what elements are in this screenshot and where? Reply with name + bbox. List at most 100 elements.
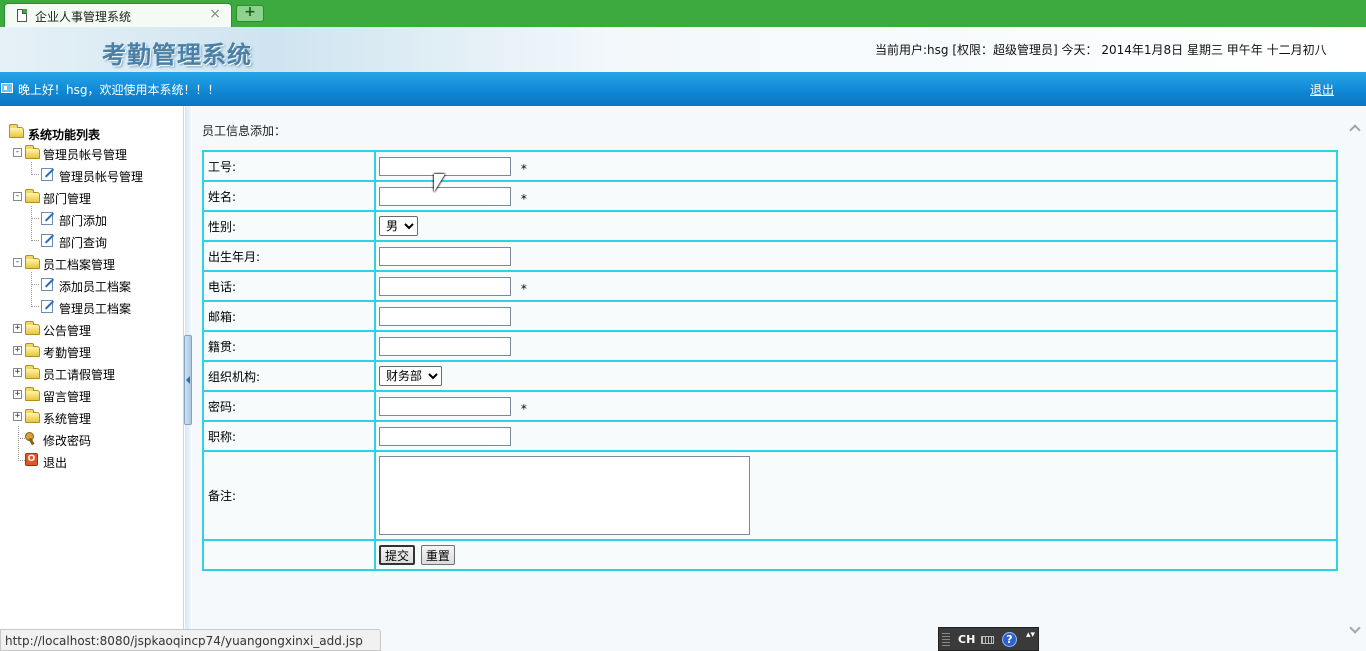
options-arrows-icon[interactable]: ▴▾: [1026, 631, 1035, 640]
sidebar-group-system[interactable]: + 系统管理: [13, 408, 183, 426]
browser-tab-strip: 企业人事管理系统 × +: [0, 0, 1366, 27]
form-row: 密码: *: [203, 391, 1337, 421]
expand-toggle-icon[interactable]: +: [13, 346, 22, 355]
logout-link[interactable]: 退出: [1310, 81, 1334, 98]
keyboard-icon[interactable]: [981, 636, 994, 644]
sidebar-item-label: 退出: [43, 456, 68, 470]
employee-no-input[interactable]: [379, 156, 511, 176]
field-label: 出生年月:: [203, 241, 375, 271]
collapse-toggle-icon[interactable]: -: [13, 258, 22, 267]
expand-toggle-icon[interactable]: +: [13, 390, 22, 399]
birth-date-input[interactable]: [379, 246, 511, 266]
native-place-input[interactable]: [379, 336, 511, 356]
name-input[interactable]: [379, 186, 511, 206]
sidebar-group-message[interactable]: + 留言管理: [13, 386, 183, 404]
sidebar-item-employee-manage[interactable]: 管理员工档案: [41, 298, 181, 316]
close-tab-icon[interactable]: ×: [209, 6, 221, 22]
expand-toggle-icon[interactable]: +: [13, 412, 22, 421]
sidebar-group-department[interactable]: - 部门管理: [13, 188, 183, 206]
edit-doc-icon: [41, 278, 53, 291]
sidebar-item-label: 部门查询: [59, 236, 108, 250]
sidebar-item-employee-add[interactable]: 添加员工档案: [41, 276, 181, 294]
field-cell: *: [375, 181, 1337, 211]
edit-doc-icon: [41, 234, 53, 247]
drag-grip-icon[interactable]: [942, 633, 950, 646]
folder-open-icon: [25, 145, 40, 159]
sidebar-group-admin-account[interactable]: - 管理员帐号管理: [13, 144, 183, 162]
tree-connector: [18, 426, 19, 461]
sidebar-item-department-add[interactable]: 部门添加: [41, 210, 181, 228]
empty-label-cell: [203, 540, 375, 570]
app-header: 考勤管理系统 当前用户:hsg [权限：超级管理员] 今天： 2014年1月8日…: [0, 27, 1366, 72]
input-language[interactable]: CH: [958, 633, 975, 646]
button-cell: 提交 重置: [375, 540, 1337, 570]
expand-toggle-icon[interactable]: +: [13, 368, 22, 377]
field-cell: *: [375, 151, 1337, 181]
edit-doc-icon: [41, 300, 53, 313]
submit-button[interactable]: 提交: [379, 544, 416, 565]
chevron-left-icon: [186, 376, 190, 384]
sidebar-item-label: 部门添加: [59, 214, 108, 228]
form-row: 组织机构: 财务部: [203, 361, 1337, 391]
expand-toggle-icon[interactable]: +: [13, 324, 22, 333]
form-row: 备注:: [203, 451, 1337, 540]
page-icon: [17, 9, 27, 22]
tree-connector: [31, 240, 39, 241]
sidebar-item-exit[interactable]: O 退出: [25, 452, 175, 470]
tree-connector: [31, 218, 39, 219]
tree-root-label: 系统功能列表: [28, 128, 101, 142]
reset-button[interactable]: 重置: [420, 545, 455, 566]
collapse-toggle-icon[interactable]: -: [13, 148, 22, 157]
key-icon: [25, 432, 37, 445]
tree-connector: [31, 272, 32, 307]
field-label: 密码:: [203, 391, 375, 421]
required-mark: *: [520, 281, 527, 296]
email-input[interactable]: [379, 306, 511, 326]
browser-tab[interactable]: 企业人事管理系统 ×: [4, 3, 232, 27]
required-mark: *: [520, 401, 527, 416]
sidebar-item-label: 管理员工档案: [59, 302, 132, 316]
folder-open-icon: [25, 255, 40, 269]
form-row: 电话: *: [203, 271, 1337, 301]
job-title-input[interactable]: [379, 426, 511, 446]
sidebar-group-label: 系统管理: [43, 412, 92, 426]
sidebar-item-department-query[interactable]: 部门查询: [41, 232, 181, 250]
sidebar-collapse-handle[interactable]: [184, 335, 192, 425]
department-select[interactable]: 财务部: [379, 366, 442, 386]
sidebar: 系统功能列表 - 管理员帐号管理 管理员帐号管理 - 部门管理 部门添加 部门查…: [0, 106, 184, 651]
scroll-up-icon[interactable]: [1349, 124, 1361, 136]
welcome-bar: 晚上好！hsg，欢迎使用本系统！！！ 退出: [0, 72, 1366, 106]
required-mark: *: [520, 161, 527, 176]
sidebar-item-change-password[interactable]: 修改密码: [25, 430, 175, 448]
gender-select[interactable]: 男: [379, 216, 418, 236]
field-cell: 财务部: [375, 361, 1337, 391]
new-tab-button[interactable]: +: [236, 5, 264, 22]
page-scrollbar[interactable]: [1346, 106, 1366, 651]
sidebar-group-employee-records[interactable]: - 员工档案管理: [13, 254, 183, 272]
folder-open-icon: [25, 189, 40, 203]
folder-icon: [25, 343, 40, 357]
remark-textarea[interactable]: [379, 456, 750, 535]
scroll-down-icon[interactable]: [1349, 622, 1361, 634]
form-row: 性别: 男: [203, 211, 1337, 241]
form-row: 提交 重置: [203, 540, 1337, 570]
help-icon[interactable]: ?: [1002, 632, 1017, 647]
field-cell: [375, 241, 1337, 271]
sidebar-group-notice[interactable]: + 公告管理: [13, 320, 183, 338]
sidebar-item-admin-account[interactable]: 管理员帐号管理: [41, 166, 181, 184]
phone-input[interactable]: [379, 276, 511, 296]
field-label: 姓名:: [203, 181, 375, 211]
password-input[interactable]: [379, 396, 511, 416]
language-bar[interactable]: CH ? ▴▾: [938, 627, 1039, 651]
field-label: 组织机构:: [203, 361, 375, 391]
field-label: 职称:: [203, 421, 375, 451]
sidebar-group-attendance[interactable]: + 考勤管理: [13, 342, 183, 360]
folder-icon: [25, 387, 40, 401]
field-cell: *: [375, 391, 1337, 421]
edit-doc-icon: [41, 168, 53, 181]
tree-root[interactable]: 系统功能列表: [9, 124, 179, 142]
sidebar-group-leave[interactable]: + 员工请假管理: [13, 364, 183, 382]
field-cell: 男: [375, 211, 1337, 241]
collapse-toggle-icon[interactable]: -: [13, 192, 22, 201]
field-label: 籍贯:: [203, 331, 375, 361]
